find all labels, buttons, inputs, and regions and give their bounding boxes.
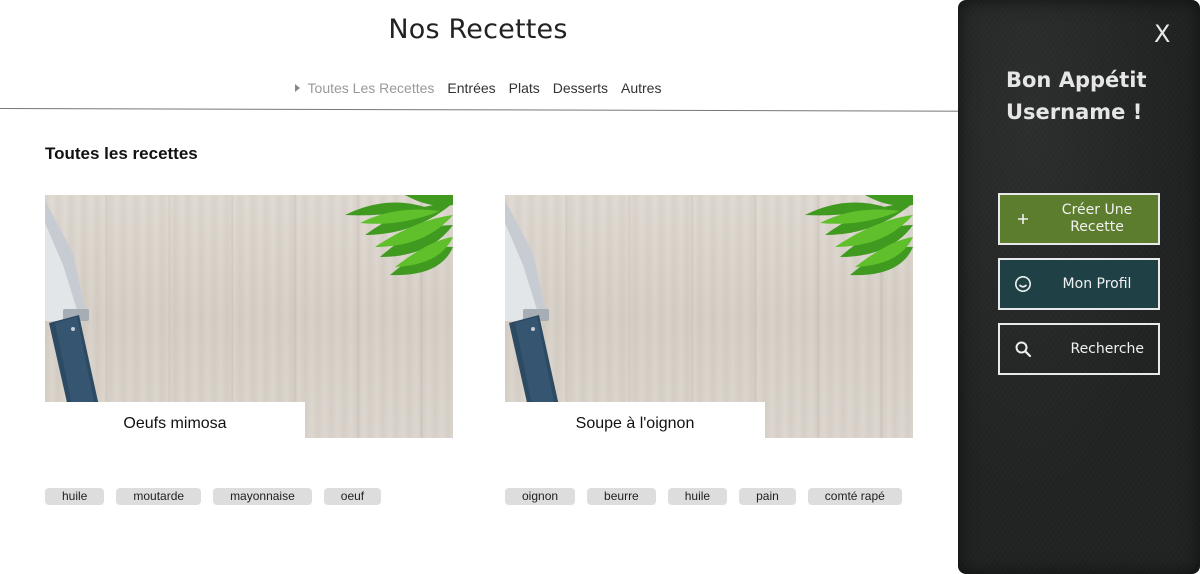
search-button[interactable]: Recherche [998,323,1160,375]
smiley-icon [1000,275,1046,293]
recipe-title[interactable]: Soupe à l'oignon [505,402,765,438]
create-recipe-button[interactable]: Créer Une Recette [998,193,1160,245]
caret-right-icon [294,84,300,92]
tag-list: oignon beurre huile pain comté rapé [505,488,913,505]
recipe-image[interactable]: Soupe à l'oignon [505,195,913,438]
nav-item-autres[interactable]: Autres [621,80,661,96]
ingredient-tag[interactable]: mayonnaise [213,488,312,505]
nav-item-desserts[interactable]: Desserts [553,80,608,96]
tag-list: huile moutarde mayonnaise oeuf [45,488,453,505]
greeting-line-2: Username ! [1006,100,1143,124]
nav-item-all-recipes[interactable]: Toutes Les Recettes [294,80,435,96]
ingredient-tag[interactable]: comté rapé [807,488,902,505]
profile-label: Mon Profil [1062,275,1132,292]
ingredient-tag[interactable]: moutarde [116,488,202,505]
site-title: Nos Recettes [388,14,568,45]
ingredient-tag[interactable]: oignon [505,488,576,505]
ingredient-tag[interactable]: pain [739,488,796,505]
create-recipe-label: Créer Une Recette [1061,202,1133,235]
category-nav: Toutes Les Recettes Entrées Plats Desser… [0,80,956,96]
ingredient-tag[interactable]: huile [45,488,105,505]
profile-button[interactable]: Mon Profil [998,258,1160,310]
header-divider [0,108,980,112]
ingredient-tag[interactable]: oeuf [323,488,382,505]
recipe-title[interactable]: Oeufs mimosa [45,402,305,438]
recipe-card[interactable]: Oeufs mimosa huile moutarde mayonnaise o… [45,195,453,505]
recipe-card[interactable]: Soupe à l'oignon oignon beurre huile pai… [505,195,913,505]
search-label: Recherche [1070,340,1144,357]
plus-icon [1000,212,1046,226]
close-icon[interactable]: X [1154,22,1170,46]
section-title: Toutes les recettes [45,144,198,163]
recipe-image[interactable]: Oeufs mimosa [45,195,453,438]
greeting-line-1: Bon Appétit [1006,68,1147,92]
ingredient-tag[interactable]: huile [667,488,728,505]
search-icon [1000,340,1046,358]
nav-item-plats[interactable]: Plats [509,80,540,96]
nav-item-entrees[interactable]: Entrées [447,80,495,96]
nav-item-label: Toutes Les Recettes [307,80,435,96]
ingredient-tag[interactable]: beurre [587,488,656,505]
greeting: Bon Appétit Username ! [1006,64,1186,128]
